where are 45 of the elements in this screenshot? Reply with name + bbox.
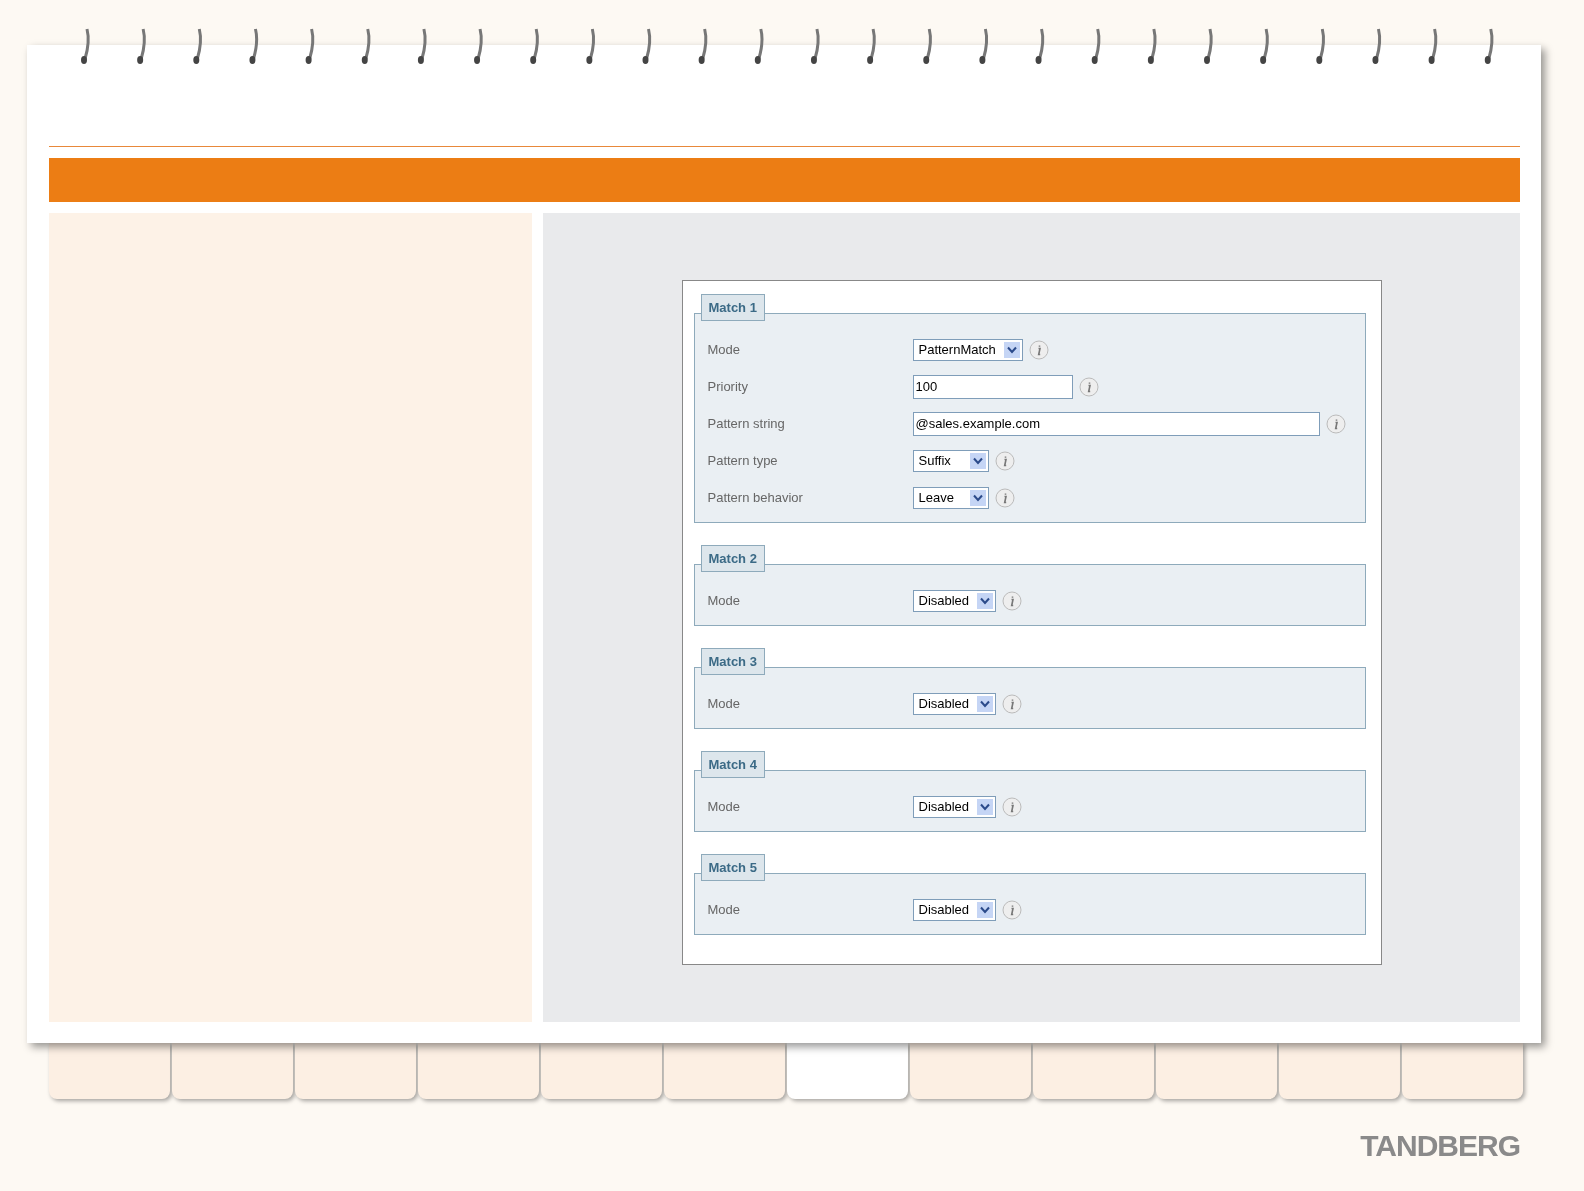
field-label: Pattern type bbox=[707, 453, 779, 468]
section-tab[interactable] bbox=[1402, 1043, 1523, 1099]
field-label: Mode bbox=[707, 902, 742, 917]
field-label: Priority bbox=[707, 379, 749, 394]
field-label: Mode bbox=[707, 342, 742, 357]
brand-logo: TANDBERG bbox=[1360, 1129, 1520, 1163]
info-icon[interactable] bbox=[1078, 376, 1099, 397]
dropdown[interactable]: Disabled bbox=[912, 795, 997, 818]
field-label: Pattern string bbox=[707, 416, 786, 431]
info-icon[interactable] bbox=[1325, 413, 1346, 434]
section-tab[interactable] bbox=[787, 1043, 908, 1099]
section-tab[interactable] bbox=[541, 1043, 662, 1099]
field-label: Mode bbox=[707, 593, 742, 608]
section-tab[interactable] bbox=[295, 1043, 416, 1099]
info-icon[interactable] bbox=[1002, 899, 1023, 920]
section-tab[interactable] bbox=[172, 1043, 293, 1099]
section-tab[interactable] bbox=[664, 1043, 785, 1099]
fieldset-legend: Match 5 bbox=[700, 854, 765, 881]
info-icon[interactable] bbox=[994, 450, 1015, 471]
section-tab[interactable] bbox=[1279, 1043, 1400, 1099]
section-tab[interactable] bbox=[1033, 1043, 1154, 1099]
dropdown[interactable]: Suffix bbox=[912, 449, 989, 472]
dropdown[interactable]: PatternMatch bbox=[912, 338, 1023, 361]
section-tab[interactable] bbox=[418, 1043, 539, 1099]
info-icon[interactable] bbox=[1002, 590, 1023, 611]
fieldset-legend: Match 4 bbox=[700, 751, 765, 778]
section-tab[interactable] bbox=[1156, 1043, 1277, 1099]
input-field[interactable]: 100 bbox=[912, 374, 1073, 399]
dropdown[interactable]: Disabled bbox=[912, 589, 997, 612]
field-label: Mode bbox=[707, 799, 742, 814]
info-icon[interactable] bbox=[1028, 339, 1049, 360]
info-icon[interactable] bbox=[1002, 796, 1023, 817]
field-label: Pattern behavior bbox=[707, 490, 804, 505]
fieldset-legend: Match 1 bbox=[700, 294, 765, 321]
dropdown[interactable]: Disabled bbox=[912, 898, 997, 921]
fieldset-legend: Match 3 bbox=[700, 648, 765, 675]
dropdown[interactable]: Disabled bbox=[912, 692, 997, 715]
fieldset-legend: Match 2 bbox=[700, 545, 765, 572]
section-tab[interactable] bbox=[910, 1043, 1031, 1099]
input-field[interactable]: @sales.example.com bbox=[912, 411, 1320, 436]
field-label: Mode bbox=[707, 696, 742, 711]
dropdown[interactable]: Leave bbox=[912, 486, 989, 509]
info-icon[interactable] bbox=[1002, 693, 1023, 714]
info-icon[interactable] bbox=[994, 487, 1015, 508]
section-tab[interactable] bbox=[49, 1043, 170, 1099]
